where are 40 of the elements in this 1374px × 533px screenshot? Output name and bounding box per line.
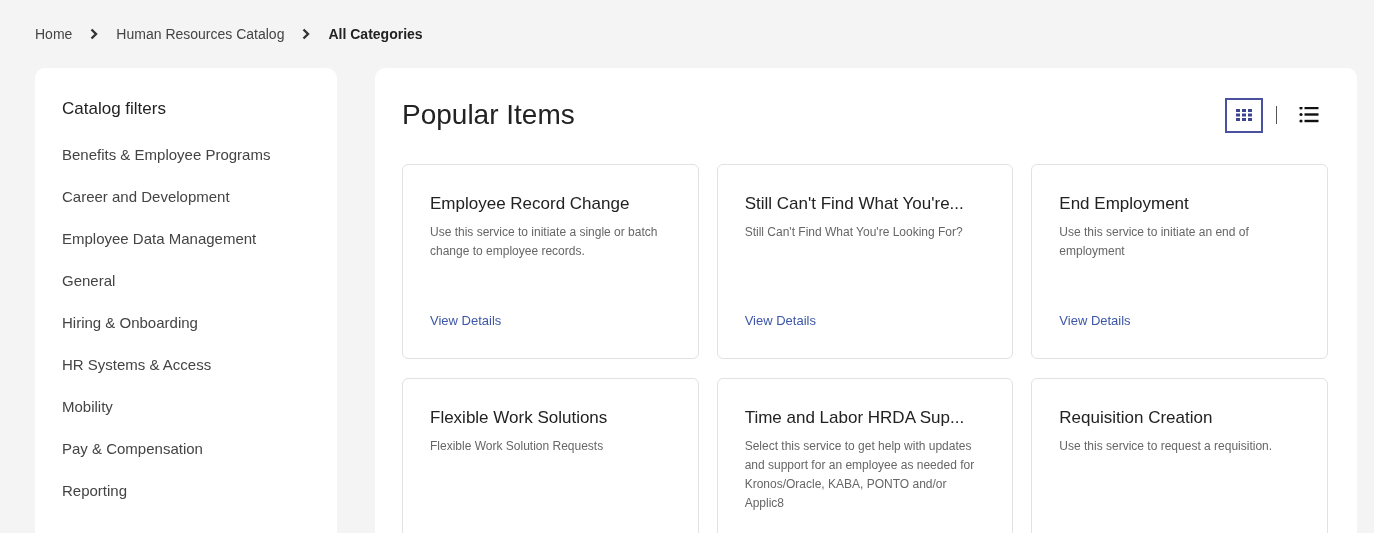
filter-item[interactable]: Employee Data Management (62, 227, 337, 250)
filter-item[interactable]: Benefits & Employee Programs (62, 143, 337, 166)
grid-view-button[interactable] (1224, 97, 1263, 133)
catalog-item-card[interactable]: Time and Labor HRDA Sup... Select this service to get help with updates and support for an employee as needed for Kronos/Oracle, KABA, PONTO and/or Applic8 (716, 378, 1014, 533)
card-title: Time and Labor HRDA Sup... (744, 407, 966, 429)
grid-view-icon (1235, 109, 1252, 121)
card-description: Select this service to get help with updates and support for an employee as needed for Kronos/Oracle, KABA, PONTO and/or Applic8 (744, 438, 976, 512)
catalog-item-card[interactable]: Employee Record Change Use this service to initiate a single or batch change to employee records. View Details (402, 164, 699, 359)
breadcrumb-link[interactable]: Home (35, 23, 73, 45)
chevron-right-icon (90, 28, 99, 40)
card-description: Use this service to initiate a single or batch change to employee records. (430, 224, 659, 260)
catalog-item-card[interactable]: Still Can't Find What You're... Still Can't Find What You're Looking For? View Details (716, 164, 1014, 359)
catalog-item-card[interactable]: Requisition Creation Use this service to request a requisition. (1031, 378, 1328, 533)
catalog-item-card[interactable]: End Employment Use this service to initiate an end of employment View Details (1031, 164, 1328, 359)
card-description: Still Can't Find What You're Looking For? (744, 224, 964, 241)
card-title: End Employment (1059, 193, 1190, 215)
catalog-item-card[interactable]: Flexible Work Solutions Flexible Work Solution Requests (402, 378, 699, 533)
filters-title: Catalog filters (62, 98, 167, 120)
card-description: Use this service to initiate an end of employment (1059, 224, 1250, 260)
filter-item[interactable]: Reporting (62, 479, 337, 502)
view-details-link[interactable]: View Details (744, 310, 816, 330)
chevron-right-icon (302, 28, 311, 40)
filter-item[interactable]: Hiring & Onboarding (62, 311, 337, 334)
card-title: Employee Record Change (430, 193, 631, 215)
filter-item[interactable]: General (62, 269, 337, 292)
section-title: Popular Items (402, 98, 575, 132)
filter-item[interactable]: Career and Development (62, 185, 337, 208)
card-title: Requisition Creation (1059, 407, 1214, 429)
view-details-link[interactable]: View Details (1059, 310, 1131, 330)
card-title: Still Can't Find What You're... (744, 193, 965, 215)
card-description: Use this service to request a requisition. (1059, 438, 1274, 455)
breadcrumb-link[interactable]: All Categories (328, 23, 423, 45)
filter-item[interactable]: HR Systems & Access (62, 353, 337, 376)
card-title: Flexible Work Solutions (430, 407, 609, 429)
filter-item[interactable]: Mobility (62, 395, 337, 418)
breadcrumb-link[interactable]: Human Resources Catalog (116, 23, 285, 45)
view-details-link[interactable]: View Details (430, 310, 502, 330)
list-view-icon (1299, 107, 1319, 123)
card-description: Flexible Work Solution Requests (430, 438, 605, 455)
filter-item[interactable]: Pay & Compensation (62, 437, 337, 460)
